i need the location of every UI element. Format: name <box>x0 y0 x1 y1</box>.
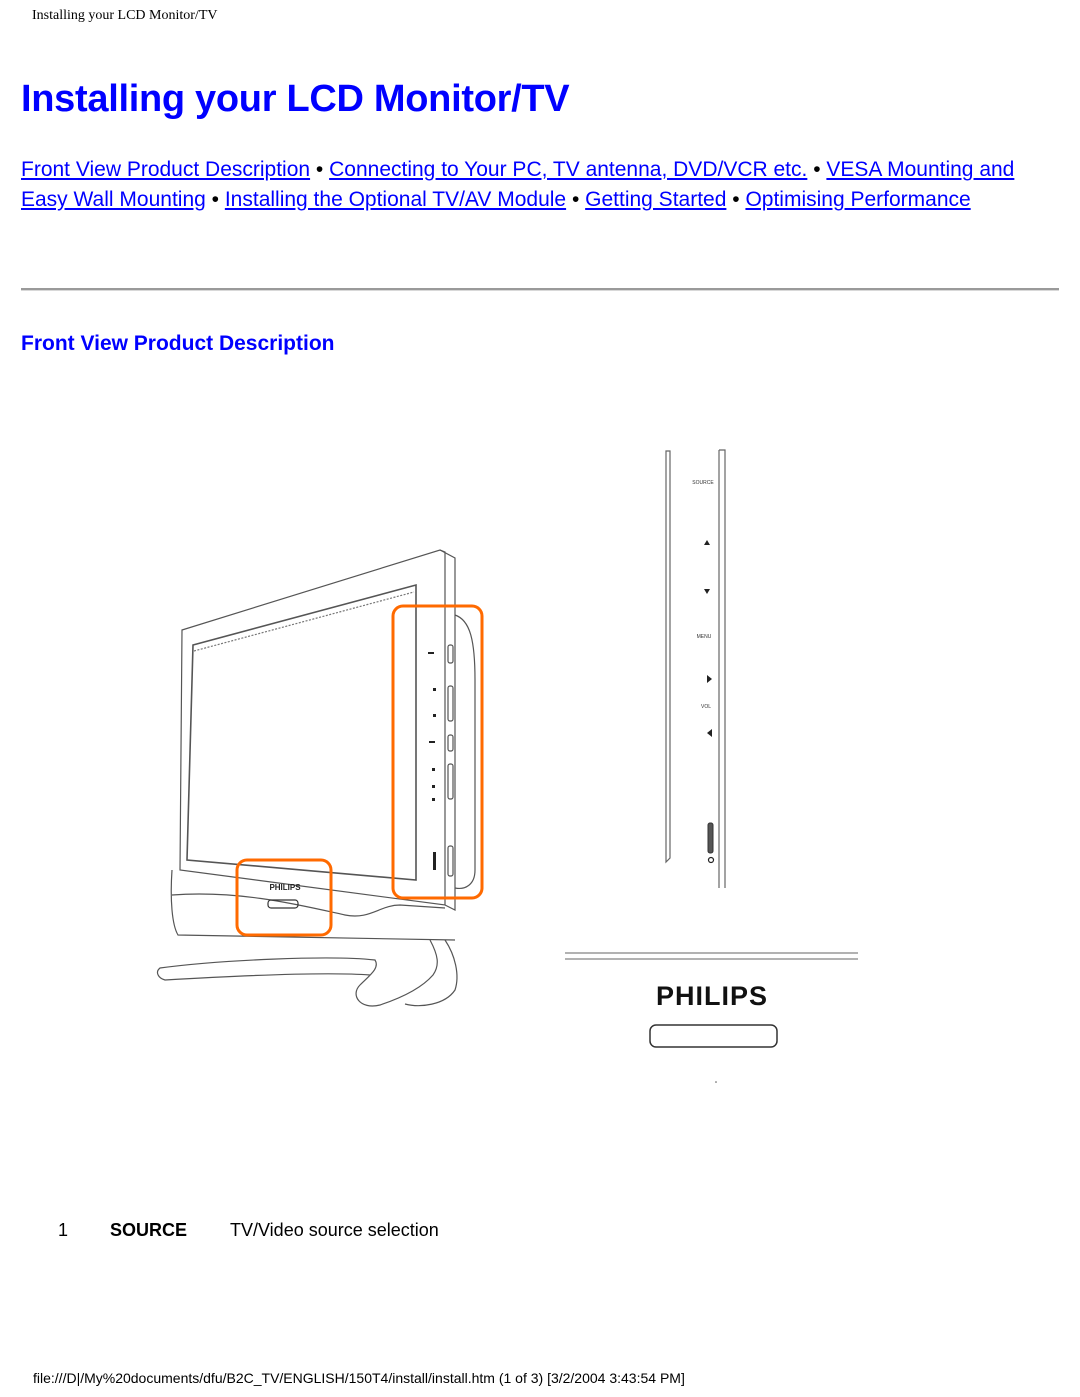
nav-link-front-view[interactable]: Front View Product Description <box>21 158 310 181</box>
product-figure: PHILIPS SOURCE MENU VOL PHILIPS <box>156 449 858 1083</box>
nav-separator: • <box>211 188 219 211</box>
nav-link-getting-started[interactable]: Getting Started <box>585 188 726 211</box>
channel-up-icon <box>704 540 710 545</box>
nav-separator: • <box>315 158 324 181</box>
horizontal-rule <box>21 288 1059 291</box>
legend-key: SOURCE <box>110 1220 188 1240</box>
power-button <box>707 822 714 854</box>
power-led-dot <box>715 1081 717 1083</box>
nav-link-optimising[interactable]: Optimising Performance <box>745 188 970 211</box>
volume-up-icon <box>707 675 712 683</box>
nav-separator: • <box>813 158 821 181</box>
nav-link-connecting[interactable]: Connecting to Your PC, TV antenna, DVD/V… <box>329 158 807 181</box>
side-label-menu: MENU <box>697 634 712 640</box>
power-icon <box>707 856 715 864</box>
side-label-source: SOURCE <box>692 480 714 486</box>
page-footer: file:///D|/My%20documents/dfu/B2C_TV/ENG… <box>33 1370 685 1386</box>
nav-separator: • <box>732 188 740 211</box>
monitor-drawing <box>156 549 476 1007</box>
monitor-side-markings <box>428 652 436 870</box>
running-head: Installing your LCD Monitor/TV <box>32 8 218 23</box>
legend-number: 1 <box>58 1220 69 1240</box>
side-panel-closeup <box>665 449 726 888</box>
side-label-vol: VOL <box>701 704 711 710</box>
nav-link-tv-av-module[interactable]: Installing the Optional TV/AV Module <box>225 188 566 211</box>
front-power-button <box>649 1024 778 1048</box>
section-title: Front View Product Description <box>21 332 335 355</box>
highlight-side-controls <box>391 604 484 900</box>
section-nav: Front View Product Description • Connect… <box>21 155 1061 215</box>
monitor-brand-text: PHILIPS <box>269 883 301 892</box>
channel-down-icon <box>704 589 710 594</box>
volume-down-icon <box>707 729 712 737</box>
philips-logo: PHILIPS <box>656 981 768 1011</box>
page-title: Installing your LCD Monitor/TV <box>21 78 570 120</box>
nav-separator: • <box>571 188 580 211</box>
legend-description: TV/Video source selection <box>230 1220 439 1240</box>
